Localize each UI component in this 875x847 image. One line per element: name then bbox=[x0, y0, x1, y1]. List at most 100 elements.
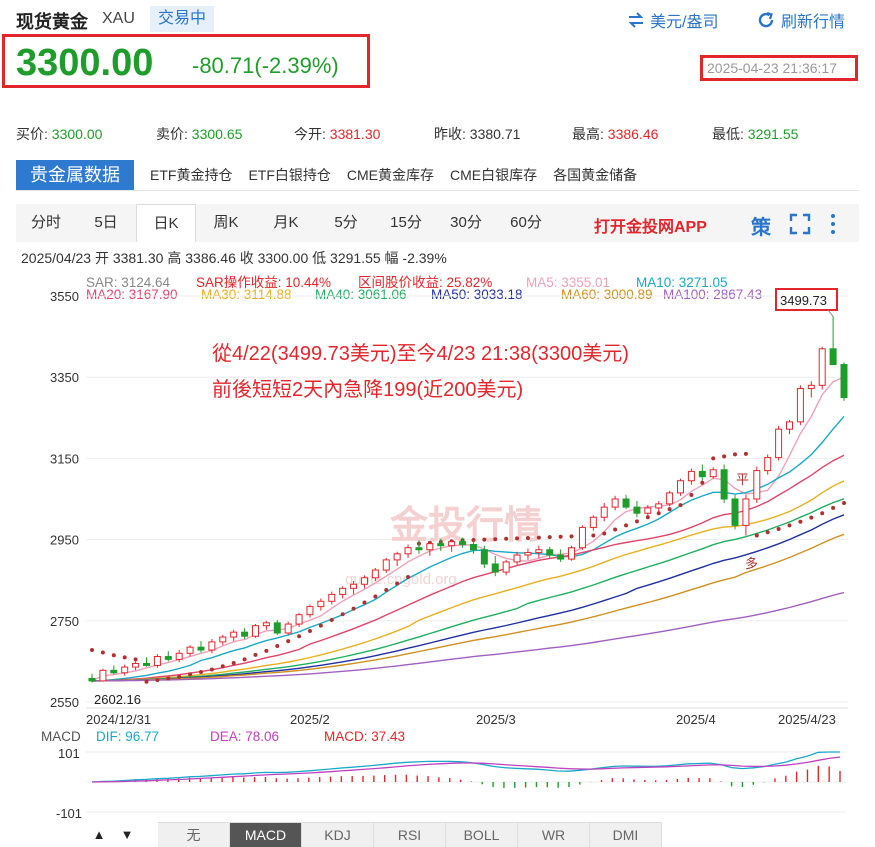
x-tick-label: 2025/3 bbox=[476, 712, 516, 727]
candle-body bbox=[164, 656, 172, 660]
refresh-label: 刷新行情 bbox=[781, 14, 846, 31]
indicator-macd[interactable]: MACD bbox=[230, 823, 302, 847]
period-15min[interactable]: 15分 bbox=[376, 204, 436, 242]
bid-label: 买价: bbox=[16, 126, 48, 142]
sar-dot bbox=[809, 515, 814, 520]
indicator-rsi[interactable]: RSI bbox=[374, 823, 446, 847]
trading-status-badge: 交易中 bbox=[150, 6, 215, 32]
sar-dot bbox=[198, 669, 203, 674]
open-app-link[interactable]: 打开金投网APP bbox=[594, 213, 707, 237]
low-quote: 最低: 3291.55 bbox=[712, 124, 798, 144]
indicator-none[interactable]: 无 bbox=[158, 823, 230, 847]
sar-dot bbox=[297, 634, 302, 639]
period-30min[interactable]: 30分 bbox=[436, 204, 496, 242]
candle-body bbox=[742, 498, 750, 526]
watermark-text: 金投行情 bbox=[389, 504, 542, 547]
period-weekly-k[interactable]: 周K bbox=[196, 204, 256, 242]
indicator-dmi[interactable]: DMI bbox=[590, 823, 662, 847]
sar-dot bbox=[373, 594, 378, 599]
ask-value: 3300.65 bbox=[191, 126, 243, 142]
sar-dot bbox=[733, 452, 738, 457]
y-tick-label: 2750 bbox=[50, 614, 79, 629]
candle-body bbox=[339, 587, 347, 595]
sar-dot bbox=[253, 652, 258, 657]
x-tick-label: 2025/4 bbox=[676, 712, 716, 727]
macd-tick-top: 101 bbox=[58, 746, 80, 761]
candle-body bbox=[426, 543, 434, 551]
sar-dot bbox=[536, 535, 541, 540]
candle-body bbox=[230, 631, 238, 638]
candle-body bbox=[175, 652, 183, 660]
currency-unit-button[interactable]: 美元/盎司 bbox=[627, 8, 718, 32]
sar-dot bbox=[264, 648, 269, 653]
sar-dot bbox=[569, 534, 574, 539]
zoom-out-button[interactable]: ▼ bbox=[116, 824, 138, 846]
refresh-icon bbox=[758, 11, 774, 28]
sar-dot bbox=[765, 530, 770, 535]
candle-body bbox=[786, 421, 794, 430]
candle-body bbox=[818, 348, 826, 386]
macd-dea-line bbox=[91, 756, 841, 783]
sar-dot bbox=[820, 511, 825, 516]
candle-body bbox=[840, 363, 848, 399]
tab-precious-metals[interactable]: 贵金属数据 bbox=[16, 160, 134, 190]
sar-dot bbox=[558, 534, 563, 539]
sar-dot bbox=[220, 664, 225, 669]
candle-body bbox=[110, 669, 118, 674]
period-60min[interactable]: 60分 bbox=[496, 204, 556, 242]
sar-dot bbox=[515, 536, 520, 541]
candle-body bbox=[295, 614, 303, 625]
more-options-icon[interactable] bbox=[828, 212, 838, 236]
indicator-tabs: 无 MACD KDJ RSI BOLL WR DMI bbox=[158, 822, 662, 847]
sar-dot bbox=[362, 600, 367, 605]
tab-etf-gold[interactable]: ETF黄金持仓 bbox=[142, 160, 240, 190]
indicator-boll[interactable]: BOLL bbox=[446, 823, 518, 847]
ma-line-ma100 bbox=[91, 591, 845, 682]
tab-gold-reserves[interactable]: 各国黄金储备 bbox=[545, 160, 645, 190]
bar-date: 2025/04/23 bbox=[21, 250, 92, 266]
sar-dot bbox=[406, 574, 411, 579]
candle-body bbox=[535, 549, 543, 554]
sar-dot bbox=[591, 533, 596, 538]
sar-dot bbox=[166, 676, 171, 681]
strategy-icon[interactable]: 策 bbox=[751, 211, 771, 240]
period-intraday[interactable]: 分时 bbox=[16, 204, 76, 242]
candle-body bbox=[251, 625, 259, 637]
candle-body bbox=[262, 622, 270, 627]
tab-etf-silver[interactable]: ETF白银持仓 bbox=[240, 160, 338, 190]
macd-chart bbox=[86, 751, 846, 813]
tab-cme-silver[interactable]: CME白银库存 bbox=[442, 160, 545, 190]
tabs-divider bbox=[16, 190, 859, 191]
macd-dif-line bbox=[91, 751, 840, 783]
indicator-wr[interactable]: WR bbox=[518, 823, 590, 847]
zoom-in-button[interactable]: ▲ bbox=[88, 824, 110, 846]
high-label: 最高: bbox=[572, 126, 604, 142]
period-5min[interactable]: 5分 bbox=[316, 204, 376, 242]
candle-body bbox=[611, 498, 619, 508]
candle-body bbox=[382, 559, 390, 571]
period-monthly-k[interactable]: 月K bbox=[256, 204, 316, 242]
tab-cme-gold[interactable]: CME黄金库存 bbox=[339, 160, 442, 190]
fullscreen-icon[interactable] bbox=[789, 213, 811, 235]
candle-body bbox=[186, 646, 194, 654]
sar-dot bbox=[504, 536, 509, 541]
sar-dot bbox=[624, 523, 629, 528]
sar-dot bbox=[395, 581, 400, 586]
sar-dot bbox=[602, 531, 607, 536]
ask-label: 卖价: bbox=[156, 126, 188, 142]
refresh-button[interactable]: 刷新行情 bbox=[756, 8, 845, 32]
ma-line-ma20 bbox=[91, 454, 845, 682]
candle-body bbox=[502, 561, 510, 573]
high-quote: 最高: 3386.46 bbox=[572, 124, 658, 144]
candle-body bbox=[469, 543, 477, 551]
bar-low: 3291.55 bbox=[330, 250, 381, 266]
candle-body bbox=[371, 569, 379, 579]
period-5day[interactable]: 5日 bbox=[76, 204, 136, 242]
prev-close-label: 昨收: bbox=[434, 126, 466, 142]
sar-dot bbox=[286, 639, 291, 644]
period-daily-k[interactable]: 日K bbox=[136, 204, 196, 242]
sar-dot bbox=[188, 672, 193, 677]
prev-close-quote: 昨收: 3380.71 bbox=[434, 124, 520, 144]
candle-body bbox=[698, 470, 706, 478]
indicator-kdj[interactable]: KDJ bbox=[302, 823, 374, 847]
